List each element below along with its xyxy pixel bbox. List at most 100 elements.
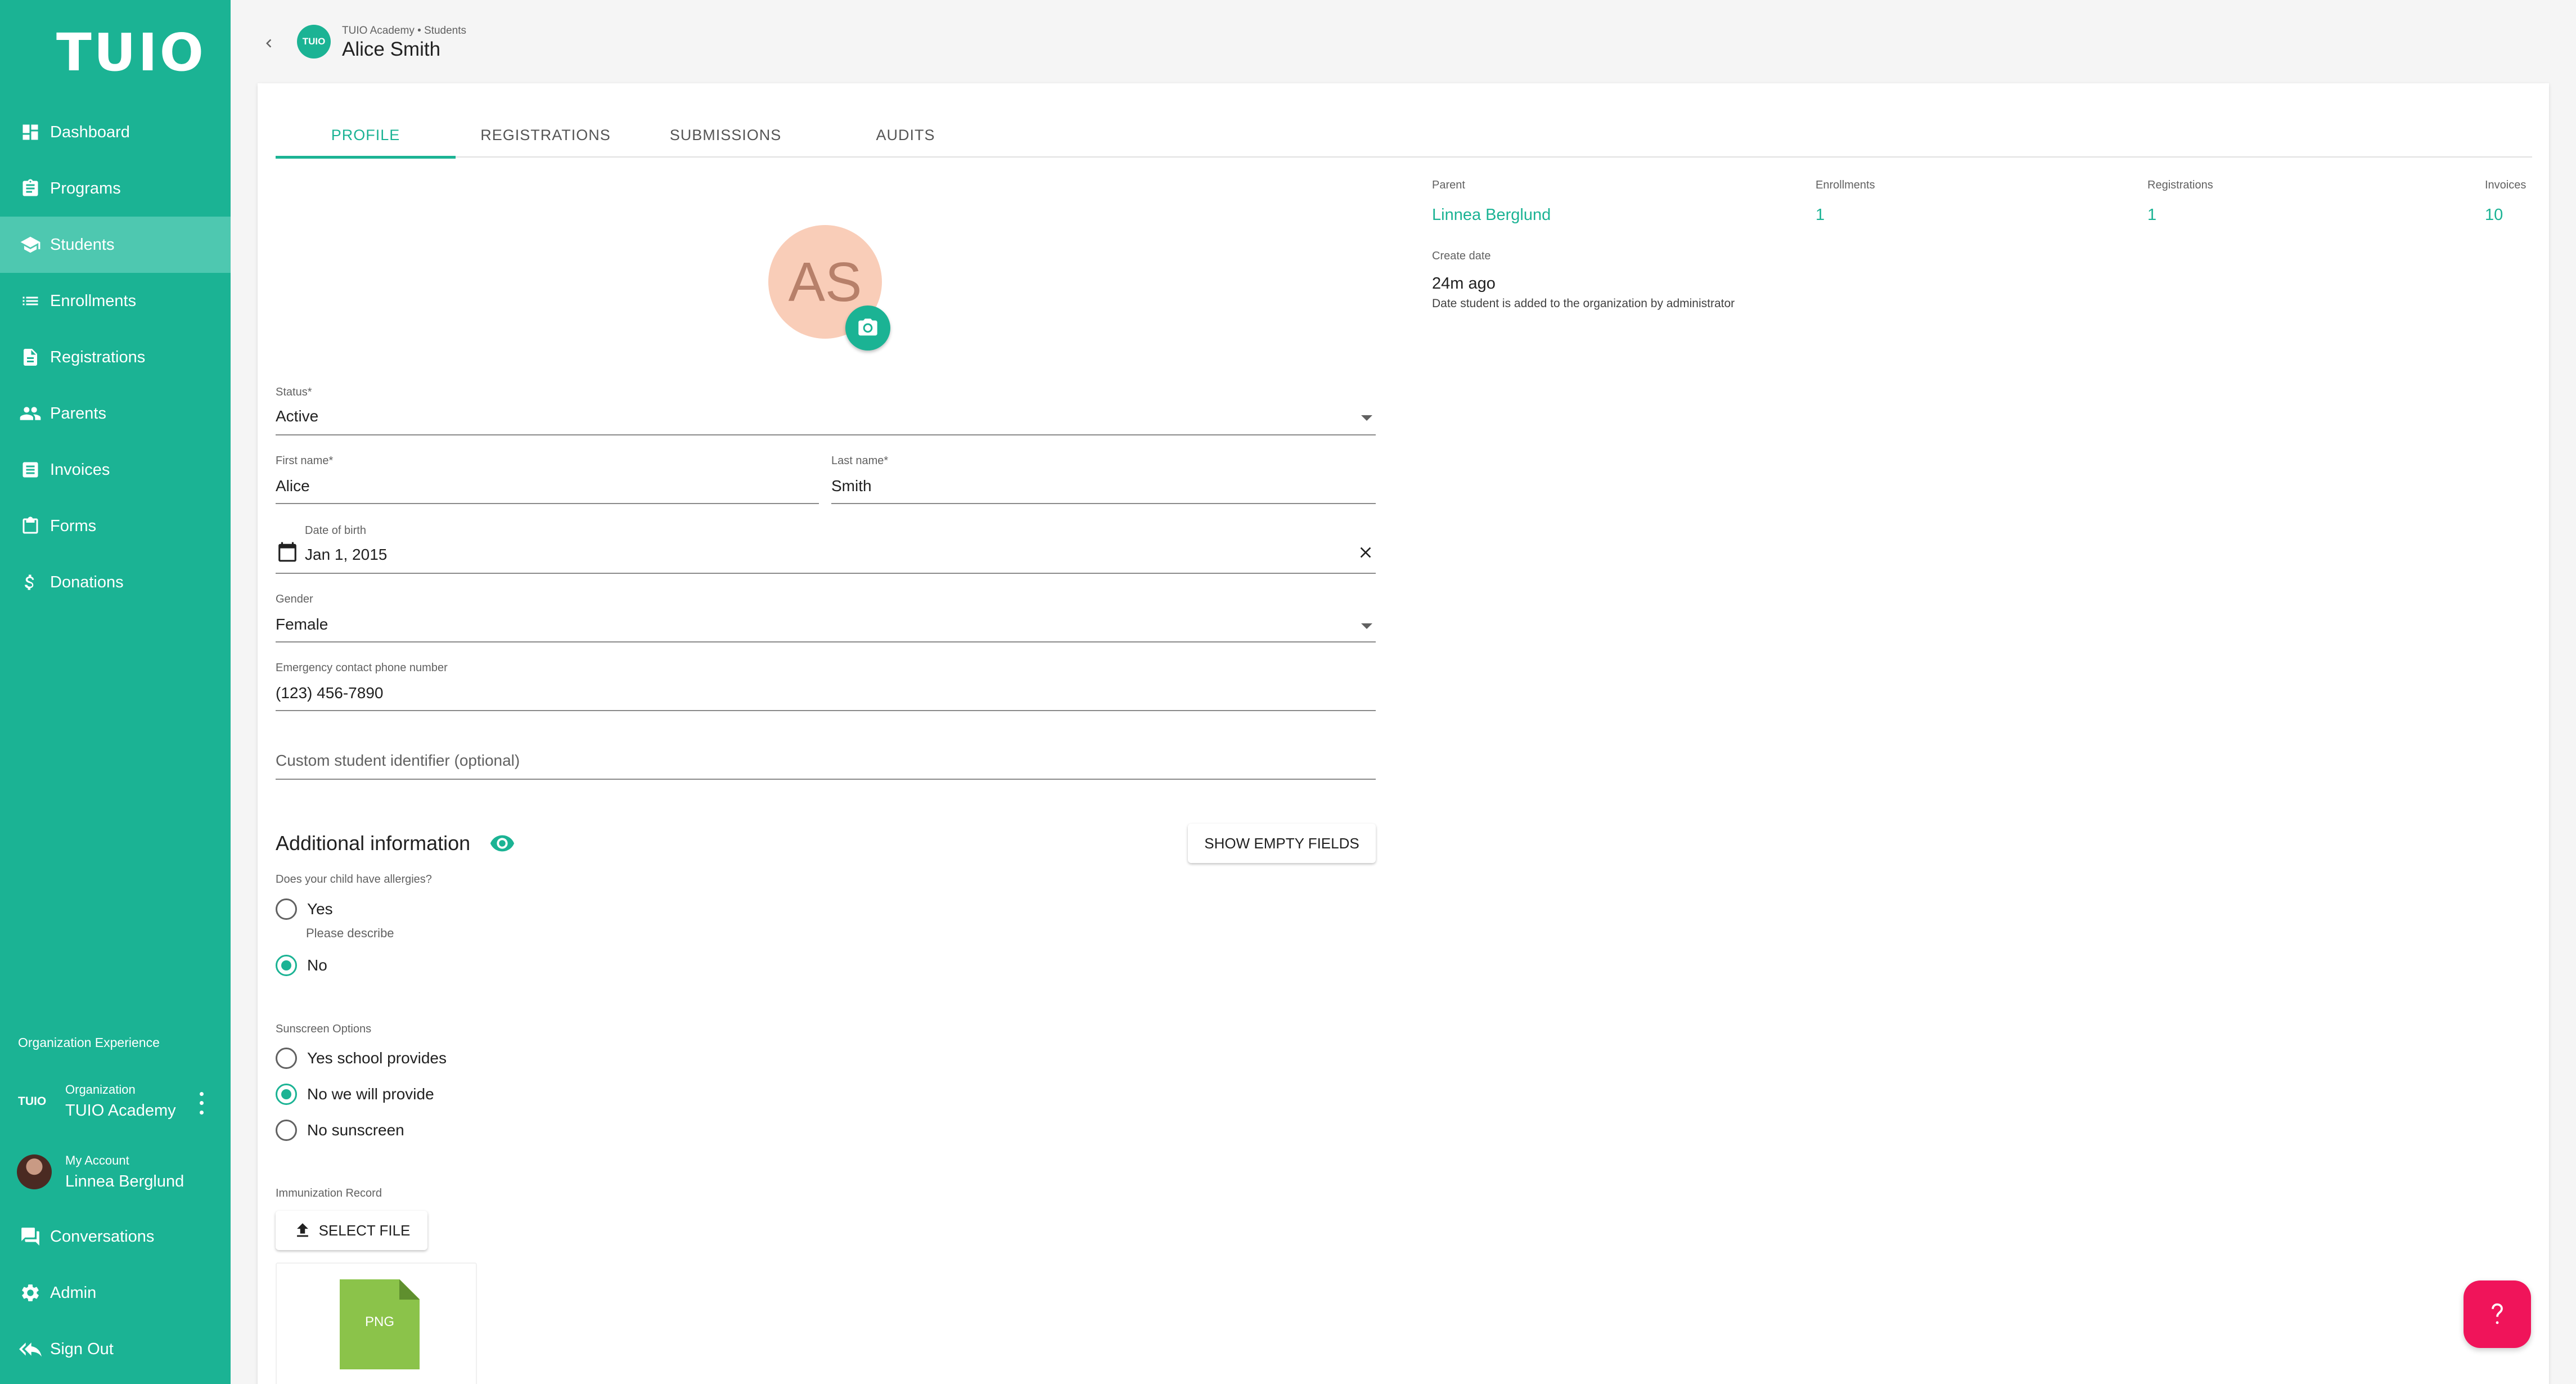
account-sub-label: My Account — [65, 1153, 129, 1167]
dollar-icon — [19, 571, 42, 594]
sidebar: TUIO Dashboard Programs Students Enrollm… — [0, 0, 231, 1384]
upload-icon — [296, 1223, 308, 1237]
sidebar-item-label: Admin — [50, 1283, 97, 1302]
immunization-label: Immunization Record — [276, 1187, 382, 1199]
invoices-label: Invoices — [2485, 179, 2527, 191]
tab-audits[interactable]: AUDITS — [816, 113, 996, 158]
create-date-value: 24m ago — [1432, 275, 1496, 293]
status-select[interactable]: Status* Active — [276, 386, 1376, 435]
sunscreen-option-we-provide[interactable]: No we will provide — [276, 1080, 434, 1108]
org-name: TUIO Academy — [65, 1102, 176, 1120]
form-icon — [19, 515, 42, 537]
sidebar-item-dashboard[interactable]: Dashboard — [0, 104, 231, 160]
sidebar-item-programs[interactable]: Programs — [0, 160, 231, 217]
allergies-helper: Please describe — [306, 926, 394, 940]
last-name-label: Last name* — [831, 455, 889, 467]
sidebar-item-donations[interactable]: Donations — [0, 554, 231, 610]
sidebar-item-students[interactable]: Students — [0, 217, 231, 273]
emergency-value: (123) 456-7890 — [276, 684, 384, 702]
first-name-field[interactable]: First name* Alice — [276, 455, 819, 504]
custom-identifier-placeholder: Custom student identifier (optional) — [276, 752, 520, 769]
dob-label: Date of birth — [305, 524, 366, 537]
sidebar-item-invoices[interactable]: Invoices — [0, 442, 231, 498]
sidebar-item-forms[interactable]: Forms — [0, 498, 231, 554]
radio-unchecked-icon — [276, 898, 297, 920]
date-of-birth-field[interactable]: Date of birth Jan 1, 2015 — [276, 524, 1376, 574]
sidebar-item-label: Donations — [50, 573, 124, 591]
custom-identifier-field[interactable]: Custom student identifier (optional) — [276, 743, 1376, 780]
allergies-option-yes[interactable]: Yes — [276, 895, 333, 923]
tab-profile[interactable]: PROFILE — [276, 113, 456, 159]
radio-label: Yes school provides — [307, 1049, 447, 1067]
back-button[interactable] — [258, 29, 280, 57]
radio-checked-icon — [276, 955, 297, 976]
radio-label: No we will provide — [307, 1085, 434, 1103]
sidebar-item-admin[interactable]: Admin — [0, 1265, 231, 1321]
sidebar-item-label: Students — [50, 235, 115, 254]
breadcrumb: TUIO Academy • Students — [342, 25, 467, 37]
clear-icon[interactable] — [1357, 543, 1375, 561]
sidebar-item-label: Registrations — [50, 348, 146, 366]
sidebar-item-enrollments[interactable]: Enrollments — [0, 273, 231, 329]
dob-value: Jan 1, 2015 — [305, 546, 388, 563]
allergies-option-no[interactable]: No — [276, 951, 327, 979]
status-value: Active — [276, 407, 319, 425]
registrations-label: Registrations — [2147, 179, 2213, 191]
show-empty-fields-button[interactable]: SHOW EMPTY FIELDS — [1188, 824, 1376, 863]
sidebar-item-registrations[interactable]: Registrations — [0, 329, 231, 385]
sidebar-item-sign-out[interactable]: Sign Out — [0, 1321, 231, 1377]
dropdown-arrow-icon — [1361, 415, 1372, 421]
calendar-icon — [278, 542, 296, 562]
sunscreen-option-none[interactable]: No sunscreen — [276, 1116, 404, 1144]
chat-icon — [19, 1225, 42, 1248]
gender-label: Gender — [276, 593, 313, 605]
enrollments-count[interactable]: 1 — [1816, 206, 1825, 224]
select-file-label: SELECT FILE — [318, 1221, 411, 1239]
parent-link[interactable]: Linnea Berglund — [1432, 206, 1551, 224]
tab-registrations[interactable]: REGISTRATIONS — [456, 113, 636, 158]
sidebar-item-label: Sign Out — [50, 1340, 114, 1358]
profile-card — [258, 83, 2549, 1384]
organization-switcher[interactable]: TUIO Organization TUIO Academy — [0, 1072, 231, 1134]
document-icon — [19, 346, 42, 369]
radio-label: No — [307, 956, 327, 974]
radio-label: Yes — [307, 900, 333, 918]
emergency-phone-field[interactable]: Emergency contact phone number (123) 456… — [276, 662, 1376, 711]
tab-label: AUDITS — [876, 126, 935, 143]
invoices-count[interactable]: 10 — [2485, 206, 2503, 224]
sidebar-item-conversations[interactable]: Conversations — [0, 1208, 231, 1265]
org-experience-heading: Organization Experience — [18, 1035, 160, 1050]
app-logo[interactable]: TUIO — [56, 23, 206, 83]
sunscreen-question: Sunscreen Options — [276, 1023, 372, 1035]
tab-label: REGISTRATIONS — [480, 126, 611, 143]
dropdown-arrow-icon — [1361, 623, 1372, 629]
uploaded-file-card[interactable]: PNG — [276, 1262, 477, 1384]
page-title: Alice Smith — [342, 38, 441, 60]
account-menu[interactable]: My Account Linnea Berglund — [0, 1143, 231, 1205]
sidebar-item-label: Dashboard — [50, 123, 130, 141]
sidebar-item-label: Programs — [50, 179, 121, 197]
more-vert-icon[interactable] — [195, 1089, 208, 1117]
upload-photo-button[interactable] — [845, 305, 890, 351]
radio-checked-icon — [276, 1084, 297, 1105]
gender-value: Female — [276, 615, 328, 633]
tab-label: PROFILE — [331, 126, 400, 143]
radio-label: No sunscreen — [307, 1121, 404, 1139]
select-file-button[interactable]: SELECT FILE — [276, 1211, 427, 1250]
org-badge: TUIO — [18, 1095, 47, 1108]
people-icon — [19, 402, 42, 425]
org-logo: TUIO — [297, 25, 331, 59]
registrations-count[interactable]: 1 — [2147, 206, 2156, 224]
sidebar-item-label: Invoices — [50, 460, 110, 479]
eye-icon[interactable] — [489, 830, 515, 856]
gender-select[interactable]: Gender Female — [276, 593, 1376, 642]
sidebar-item-parents[interactable]: Parents — [0, 385, 231, 442]
sidebar-item-label: Enrollments — [50, 291, 137, 310]
help-button[interactable] — [2464, 1280, 2531, 1348]
last-name-field[interactable]: Last name* Smith — [831, 455, 1376, 504]
radio-unchecked-icon — [276, 1120, 297, 1141]
tab-submissions[interactable]: SUBMISSIONS — [636, 113, 816, 158]
sunscreen-option-school[interactable]: Yes school provides — [276, 1044, 447, 1072]
parent-label: Parent — [1432, 179, 1465, 191]
create-date-label: Create date — [1432, 250, 1491, 262]
